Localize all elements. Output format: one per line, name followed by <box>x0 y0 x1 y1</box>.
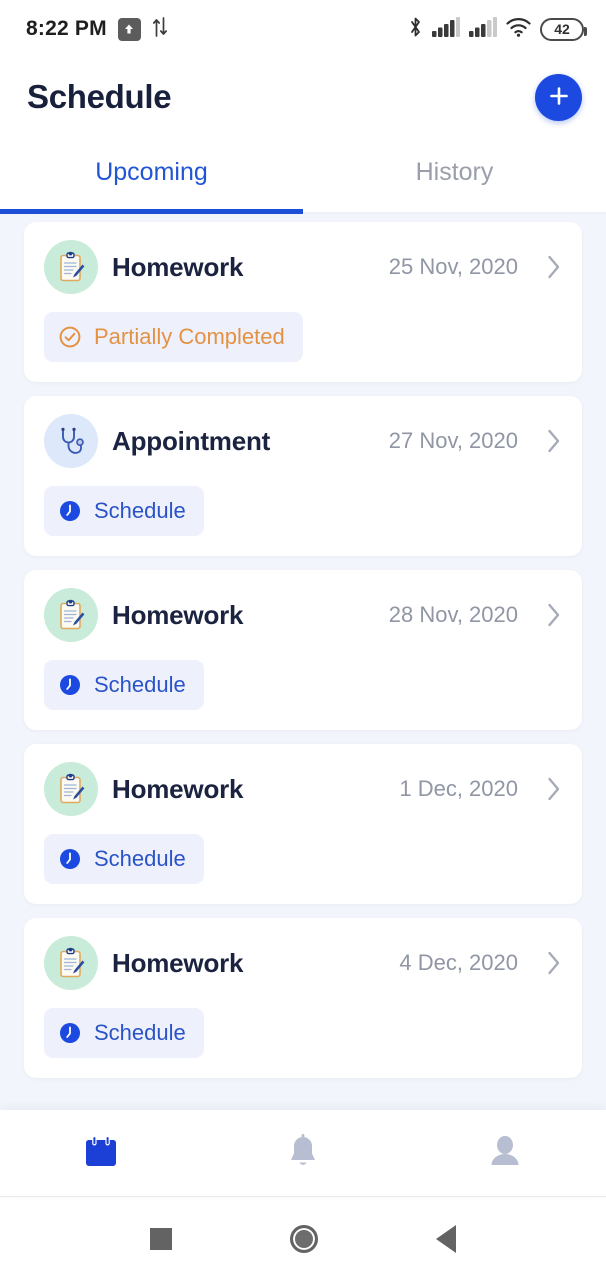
add-schedule-button[interactable] <box>535 73 582 121</box>
bottom-navigation-bar <box>0 1110 606 1196</box>
clock-icon <box>58 847 82 871</box>
card-title: Appointment <box>112 425 271 456</box>
chevron-right-icon[interactable] <box>546 602 562 628</box>
clock-icon <box>58 1021 82 1045</box>
card-date: 1 Dec, 2020 <box>399 776 518 801</box>
status-badge[interactable]: Schedule <box>44 1008 204 1058</box>
chevron-right-icon[interactable] <box>546 950 562 976</box>
nav-item-notifications[interactable] <box>202 1131 404 1176</box>
status-bar: 8:22 PM 42 <box>0 0 606 58</box>
phone-screen: 8:22 PM 42 Schedule Upcoming History Hom… <box>0 0 606 1280</box>
schedule-card[interactable]: Homework 25 Nov, 2020 Partially Complete… <box>24 222 582 382</box>
clock-icon <box>58 499 82 523</box>
clipboard-pen-icon <box>44 240 98 294</box>
tab-history[interactable]: History <box>303 136 606 214</box>
bluetooth-icon <box>408 16 423 43</box>
status-badge-label: Schedule <box>94 846 186 871</box>
chevron-right-icon[interactable] <box>546 776 562 802</box>
card-date: 28 Nov, 2020 <box>388 602 518 627</box>
battery-level: 42 <box>554 21 570 37</box>
data-transfer-icon <box>152 16 168 43</box>
status-badge-label: Schedule <box>94 498 186 523</box>
schedule-card[interactable]: Appointment 27 Nov, 2020 Schedule <box>24 396 582 556</box>
card-date: 4 Dec, 2020 <box>399 950 518 975</box>
status-badge[interactable]: Schedule <box>44 486 204 536</box>
app-header: Schedule <box>0 58 606 136</box>
page-title: Schedule <box>27 78 172 115</box>
card-title: Homework <box>112 947 244 978</box>
triangle-back-icon[interactable] <box>436 1224 456 1253</box>
card-date: 25 Nov, 2020 <box>388 254 518 279</box>
status-time: 8:22 PM <box>26 17 107 40</box>
card-header-row: Homework 1 Dec, 2020 <box>44 762 562 816</box>
status-badge[interactable]: Schedule <box>44 660 204 710</box>
cellular-signal-icon <box>432 16 460 42</box>
card-date: 27 Nov, 2020 <box>388 428 518 453</box>
tab-upcoming[interactable]: Upcoming <box>0 136 303 214</box>
status-badge-label: Schedule <box>94 1020 186 1045</box>
schedule-card[interactable]: Homework 4 Dec, 2020 Schedule <box>24 918 582 1078</box>
square-recents-icon[interactable] <box>150 1227 172 1250</box>
plus-icon <box>547 84 571 111</box>
check-circle-icon <box>58 325 82 349</box>
card-title: Homework <box>112 599 244 630</box>
schedule-card[interactable]: Homework 1 Dec, 2020 Schedule <box>24 744 582 904</box>
calendar-icon <box>80 1131 122 1176</box>
clipboard-pen-icon <box>44 588 98 642</box>
schedule-card-container: Homework 25 Nov, 2020 Partially Complete… <box>0 222 606 1078</box>
status-bar-right: 42 <box>408 16 587 43</box>
bell-icon <box>282 1131 324 1176</box>
chevron-right-icon[interactable] <box>546 254 562 280</box>
clipboard-pen-icon <box>44 762 98 816</box>
card-header-row: Appointment 27 Nov, 2020 <box>44 414 562 468</box>
upload-arrow-icon <box>117 17 141 41</box>
chevron-right-icon[interactable] <box>546 428 562 454</box>
stethoscope-icon <box>44 414 98 468</box>
person-icon <box>484 1131 526 1176</box>
status-badge-label: Partially Completed <box>94 324 285 349</box>
cellular-signal-icon <box>469 16 497 42</box>
status-badge[interactable]: Partially Completed <box>44 312 303 362</box>
card-header-row: Homework 28 Nov, 2020 <box>44 588 562 642</box>
status-badge-label: Schedule <box>94 672 186 697</box>
schedule-card[interactable]: Homework 28 Nov, 2020 Schedule <box>24 570 582 730</box>
card-header-row: Homework 25 Nov, 2020 <box>44 240 562 294</box>
status-badge[interactable]: Schedule <box>44 834 204 884</box>
card-header-row: Homework 4 Dec, 2020 <box>44 936 562 990</box>
card-title: Homework <box>112 773 244 804</box>
card-title: Homework <box>112 251 244 282</box>
schedule-list[interactable]: Homework 25 Nov, 2020 Partially Complete… <box>0 214 606 1110</box>
wifi-icon <box>506 17 531 42</box>
battery-indicator: 42 <box>540 17 587 41</box>
nav-item-profile[interactable] <box>404 1131 606 1176</box>
clipboard-pen-icon <box>44 936 98 990</box>
status-bar-left: 8:22 PM <box>26 16 168 43</box>
clock-icon <box>58 673 82 697</box>
nav-item-schedule[interactable] <box>0 1131 202 1176</box>
android-navigation-bar <box>0 1196 606 1280</box>
tab-bar: Upcoming History <box>0 136 606 214</box>
circle-home-icon[interactable] <box>290 1224 318 1253</box>
